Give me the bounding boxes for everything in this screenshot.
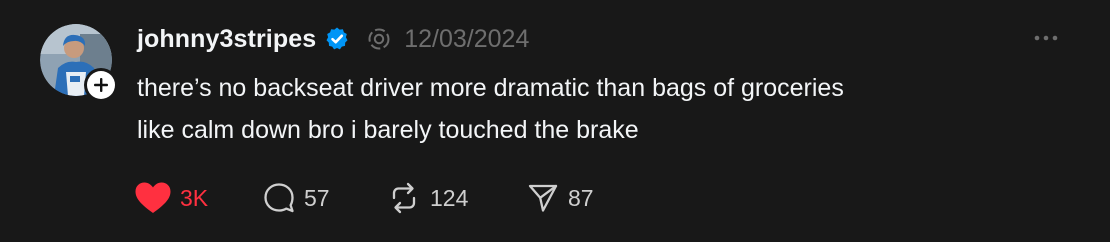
follow-button[interactable] <box>84 68 118 102</box>
reply-count: 57 <box>304 184 330 211</box>
share-button[interactable]: 87 <box>526 178 636 218</box>
thread-post: johnny3stripes 12/03/2024 there’s no bac… <box>0 0 1110 242</box>
post-timestamp[interactable]: 12/03/2024 <box>404 25 529 54</box>
post-text: there’s no backseat driver more dramatic… <box>137 67 1067 151</box>
post-text-line: there’s no backseat driver more dramatic… <box>137 74 844 102</box>
post-text-line: like calm down bro i barely touched the … <box>137 116 639 144</box>
verified-badge-icon <box>326 27 348 50</box>
send-icon <box>528 184 558 212</box>
like-button[interactable]: 3K <box>134 178 262 218</box>
username-link[interactable]: johnny3stripes <box>137 25 316 54</box>
action-bar: 3K 57 124 87 <box>134 178 636 218</box>
like-count: 3K <box>180 184 209 211</box>
share-count: 87 <box>568 184 594 211</box>
post-header: johnny3stripes 12/03/2024 <box>137 19 529 59</box>
repost-button[interactable]: 124 <box>386 178 526 218</box>
heart-icon <box>135 182 171 213</box>
more-horizontal-icon[interactable] <box>1032 30 1060 46</box>
repost-count: 124 <box>430 184 469 211</box>
repost-icon <box>392 182 416 214</box>
plus-icon <box>87 71 115 99</box>
comment-icon <box>264 183 294 213</box>
ai-info-icon[interactable] <box>366 26 392 52</box>
avatar-container <box>40 24 118 102</box>
reply-button[interactable]: 57 <box>262 178 386 218</box>
